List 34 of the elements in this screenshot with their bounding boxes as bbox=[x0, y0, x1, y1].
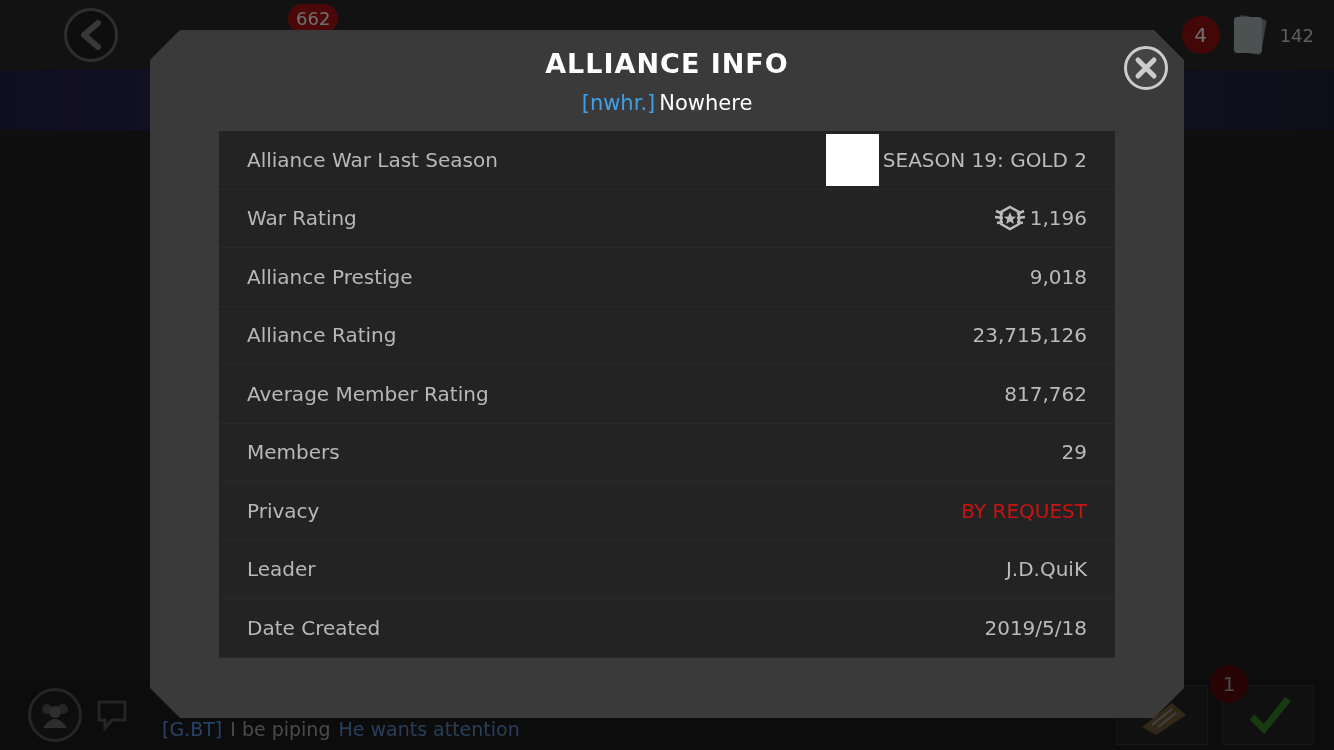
placeholder-image bbox=[825, 133, 879, 186]
row-label: Members bbox=[247, 440, 340, 465]
row-value: BY REQUEST bbox=[961, 498, 1087, 523]
quest-badge: 1 bbox=[1210, 665, 1248, 703]
row-value: 23,715,126 bbox=[972, 323, 1087, 348]
speech-bubble-icon[interactable] bbox=[96, 698, 128, 732]
row-value: 29 bbox=[1061, 440, 1087, 465]
row-value: J.D.QuiK bbox=[1005, 557, 1087, 582]
row-value: 2019/5/18 bbox=[984, 615, 1087, 640]
row-value: 817,762 bbox=[1004, 381, 1087, 406]
row-label: Date Created bbox=[247, 615, 381, 640]
alliance-button[interactable] bbox=[28, 688, 82, 742]
row-label: Privacy bbox=[247, 498, 320, 523]
currency-amount: 142 bbox=[1279, 24, 1314, 46]
row-label: Alliance Prestige bbox=[247, 264, 413, 289]
row-value: SEASON 19: GOLD 2 bbox=[882, 147, 1087, 172]
chat-message: He wants attention bbox=[338, 718, 520, 740]
row-label: Alliance War Last Season bbox=[247, 147, 498, 172]
row-label: Average Member Rating bbox=[247, 381, 489, 406]
row-label: Leader bbox=[247, 557, 316, 582]
winged-star-icon bbox=[993, 205, 1026, 232]
dialog-title: ALLIANCE INFO bbox=[545, 48, 789, 79]
back-button[interactable] bbox=[64, 8, 118, 62]
close-icon bbox=[1133, 55, 1159, 81]
alliance-tag: [nwhr.] bbox=[581, 91, 656, 115]
row-value: 1,196 bbox=[1029, 206, 1087, 231]
row-label: Alliance Rating bbox=[247, 323, 397, 348]
close-button[interactable] bbox=[1124, 46, 1168, 90]
alert-badge: 4 bbox=[1181, 16, 1220, 54]
alliance-name: Nowhere bbox=[659, 91, 753, 115]
chat-sender: I be piping bbox=[230, 718, 331, 740]
row-value: 9,018 bbox=[1029, 264, 1087, 289]
row-label: War Rating bbox=[247, 206, 357, 231]
chat-tag: [G.BT] bbox=[162, 718, 223, 740]
